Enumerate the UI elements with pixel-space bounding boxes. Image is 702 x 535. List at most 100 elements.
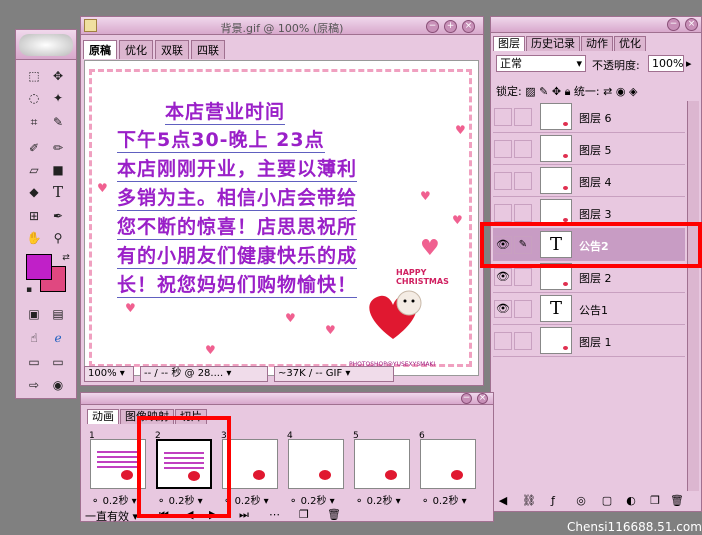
toggle-slice-visibility-icon[interactable]: ▣ — [24, 304, 44, 324]
tab-2-up[interactable]: 双联 — [155, 40, 189, 59]
jump-to-photoshop-icon[interactable]: ⇨ — [24, 375, 44, 395]
unify-icon[interactable]: ⇄ — [603, 85, 612, 98]
brush-tool-icon[interactable]: ✐ — [24, 138, 44, 158]
next-frame-icon[interactable]: ⏭ — [239, 508, 249, 522]
eye-icon[interactable]: 👁︎ — [494, 300, 512, 318]
frame-delay-select[interactable]: ⚬ 0.2秒 ▾ — [421, 492, 467, 507]
lock-label: 锁定: — [496, 85, 522, 98]
layers-scrollbar[interactable] — [687, 101, 699, 491]
tab-original[interactable]: 原稿 — [83, 40, 117, 59]
lasso-tool-icon[interactable]: ◌ — [24, 88, 44, 108]
crop-tool-icon[interactable]: ⌗ — [24, 112, 44, 132]
eyedropper-tool-icon[interactable]: ✒ — [48, 206, 68, 226]
frame-delay-select[interactable]: ⚬ 0.2秒 ▾ — [289, 492, 335, 507]
tab-4-up[interactable]: 四联 — [191, 40, 225, 59]
tab-actions[interactable]: 动作 — [581, 36, 613, 51]
blend-mode-select[interactable]: 正常 ▾ — [496, 55, 586, 72]
eye-icon[interactable] — [494, 204, 512, 222]
close-icon[interactable]: × — [462, 20, 475, 33]
pencil-tool-icon[interactable]: ✏ — [48, 138, 68, 158]
jump-to-app-icon[interactable]: ◉ — [48, 375, 68, 395]
brush-link-icon[interactable] — [514, 140, 532, 158]
eye-icon[interactable] — [494, 140, 512, 158]
maximize-icon[interactable]: + — [444, 20, 457, 33]
layer-row[interactable]: 图层 5 — [493, 133, 685, 165]
foreground-color-swatch[interactable] — [26, 254, 52, 280]
lock-all-icon[interactable]: 🔒︎ — [565, 85, 571, 98]
layer-mask-icon[interactable]: ◎ — [573, 493, 589, 509]
close-icon[interactable]: × — [477, 393, 488, 404]
tab-optimize[interactable]: 优化 — [614, 36, 646, 51]
type-tool-icon[interactable]: T — [48, 182, 68, 202]
tab-optimized[interactable]: 优化 — [119, 40, 153, 59]
brush-link-icon[interactable] — [514, 300, 532, 318]
swap-colors-icon[interactable]: ⇄ — [56, 248, 76, 268]
delete-layer-icon[interactable]: 🗑︎ — [669, 493, 685, 509]
toolbox-header — [16, 30, 76, 60]
preview-in-browser-icon[interactable]: ℯ — [48, 328, 68, 348]
frame-delay-select[interactable]: ⚬ 0.2秒 ▾ — [355, 492, 401, 507]
lock-position-icon[interactable]: ✥ — [552, 85, 561, 98]
close-icon[interactable]: × — [685, 18, 698, 31]
new-set-icon[interactable]: ▢ — [599, 493, 615, 509]
document-window: 背景.gif @ 100% (原稿) − + × 原稿 优化 双联 四联 本店营… — [80, 16, 484, 386]
slice-tool-icon[interactable]: ✎ — [48, 112, 68, 132]
tab-layers[interactable]: 图层 — [493, 36, 525, 51]
tab-history[interactable]: 历史记录 — [526, 36, 580, 51]
zoom-tool-icon[interactable]: ⚲ — [48, 228, 68, 248]
animation-frame[interactable]: 5 ⚬ 0.2秒 ▾ — [351, 431, 413, 507]
marquee-tool-icon[interactable]: ⬚ — [24, 66, 44, 86]
zoom-select[interactable]: 100% ▾ — [84, 366, 134, 382]
crop-alt-tool-icon[interactable]: ⊞ — [24, 206, 44, 226]
fullscreen-mode-icon[interactable]: ▭ — [48, 352, 68, 372]
toggle-image-map-icon[interactable]: ▤ — [48, 304, 68, 324]
image-canvas[interactable]: 本店营业时间 下午5点30-晚上 23点 本店刚刚开业，主要以薄利 多销为主。相… — [84, 60, 479, 376]
brush-link-icon[interactable] — [514, 204, 532, 222]
minimize-icon[interactable]: − — [667, 18, 680, 31]
frame-delay-select[interactable]: ⚬ 0.2秒 ▾ — [91, 492, 137, 507]
eraser-tool-icon[interactable]: ▱ — [24, 160, 44, 180]
delete-frame-icon[interactable]: 🗑︎ — [327, 508, 341, 521]
layer-style-icon[interactable]: ƒ — [545, 493, 561, 509]
paint-bucket-tool-icon[interactable]: ◆ — [24, 182, 44, 202]
minimize-icon[interactable]: − — [426, 20, 439, 33]
layer-row[interactable]: 图层 1 — [493, 325, 685, 357]
tween-icon[interactable]: ⋯ — [269, 508, 280, 521]
preview-document-icon[interactable]: ☝ — [24, 328, 44, 348]
brush-link-icon[interactable] — [514, 172, 532, 190]
eye-icon[interactable] — [494, 172, 512, 190]
rectangle-tool-icon[interactable]: ■ — [48, 160, 68, 180]
file-size-select[interactable]: ~37K / -- GIF ▾ — [274, 366, 394, 382]
brush-link-icon[interactable] — [514, 268, 532, 286]
previous-frame-icon[interactable]: ◀ — [495, 493, 511, 509]
move-tool-icon[interactable]: ✥ — [48, 66, 68, 86]
animation-frame[interactable]: 6 ⚬ 0.2秒 ▾ — [417, 431, 479, 507]
tab-animation[interactable]: 动画 — [87, 409, 119, 424]
brush-link-icon[interactable] — [514, 332, 532, 350]
unify-visibility-icon[interactable]: ◉ — [616, 85, 626, 98]
eye-icon[interactable] — [494, 332, 512, 350]
link-icon[interactable]: ⛓ — [521, 493, 537, 509]
standard-screen-mode-icon[interactable]: ▭ — [24, 352, 44, 372]
magic-wand-tool-icon[interactable]: ✦ — [48, 88, 68, 108]
default-colors-icon[interactable]: ▪ — [19, 280, 39, 300]
opacity-input[interactable]: 100% — [648, 55, 684, 72]
minimize-icon[interactable]: − — [461, 393, 472, 404]
layer-row[interactable]: 图层 4 — [493, 165, 685, 197]
adjustment-icon[interactable]: ◐ — [623, 493, 639, 509]
unify-style-icon[interactable]: ◈ — [629, 85, 637, 98]
new-layer-icon[interactable]: ❐ — [647, 493, 663, 509]
hand-tool-icon[interactable]: ✋ — [24, 228, 44, 248]
layer-row[interactable]: 👁︎ T 公告1 — [493, 293, 685, 325]
opacity-arrow-icon[interactable]: ▸ — [686, 57, 692, 70]
lock-brush-icon[interactable]: ✎ — [539, 85, 548, 98]
loop-select[interactable]: 一直有效 ▾ — [85, 508, 138, 524]
layer-row[interactable]: 图层 6 — [493, 101, 685, 133]
eye-icon[interactable] — [494, 108, 512, 126]
eye-icon[interactable]: 👁︎ — [494, 268, 512, 286]
download-time-select[interactable]: -- / -- 秒 @ 28.... ▾ — [140, 366, 268, 382]
brush-link-icon[interactable] — [514, 108, 532, 126]
animation-frame[interactable]: 4 ⚬ 0.2秒 ▾ — [285, 431, 347, 507]
new-frame-icon[interactable]: ❐ — [299, 508, 309, 521]
lock-transparency-icon[interactable]: ▨ — [525, 85, 535, 98]
